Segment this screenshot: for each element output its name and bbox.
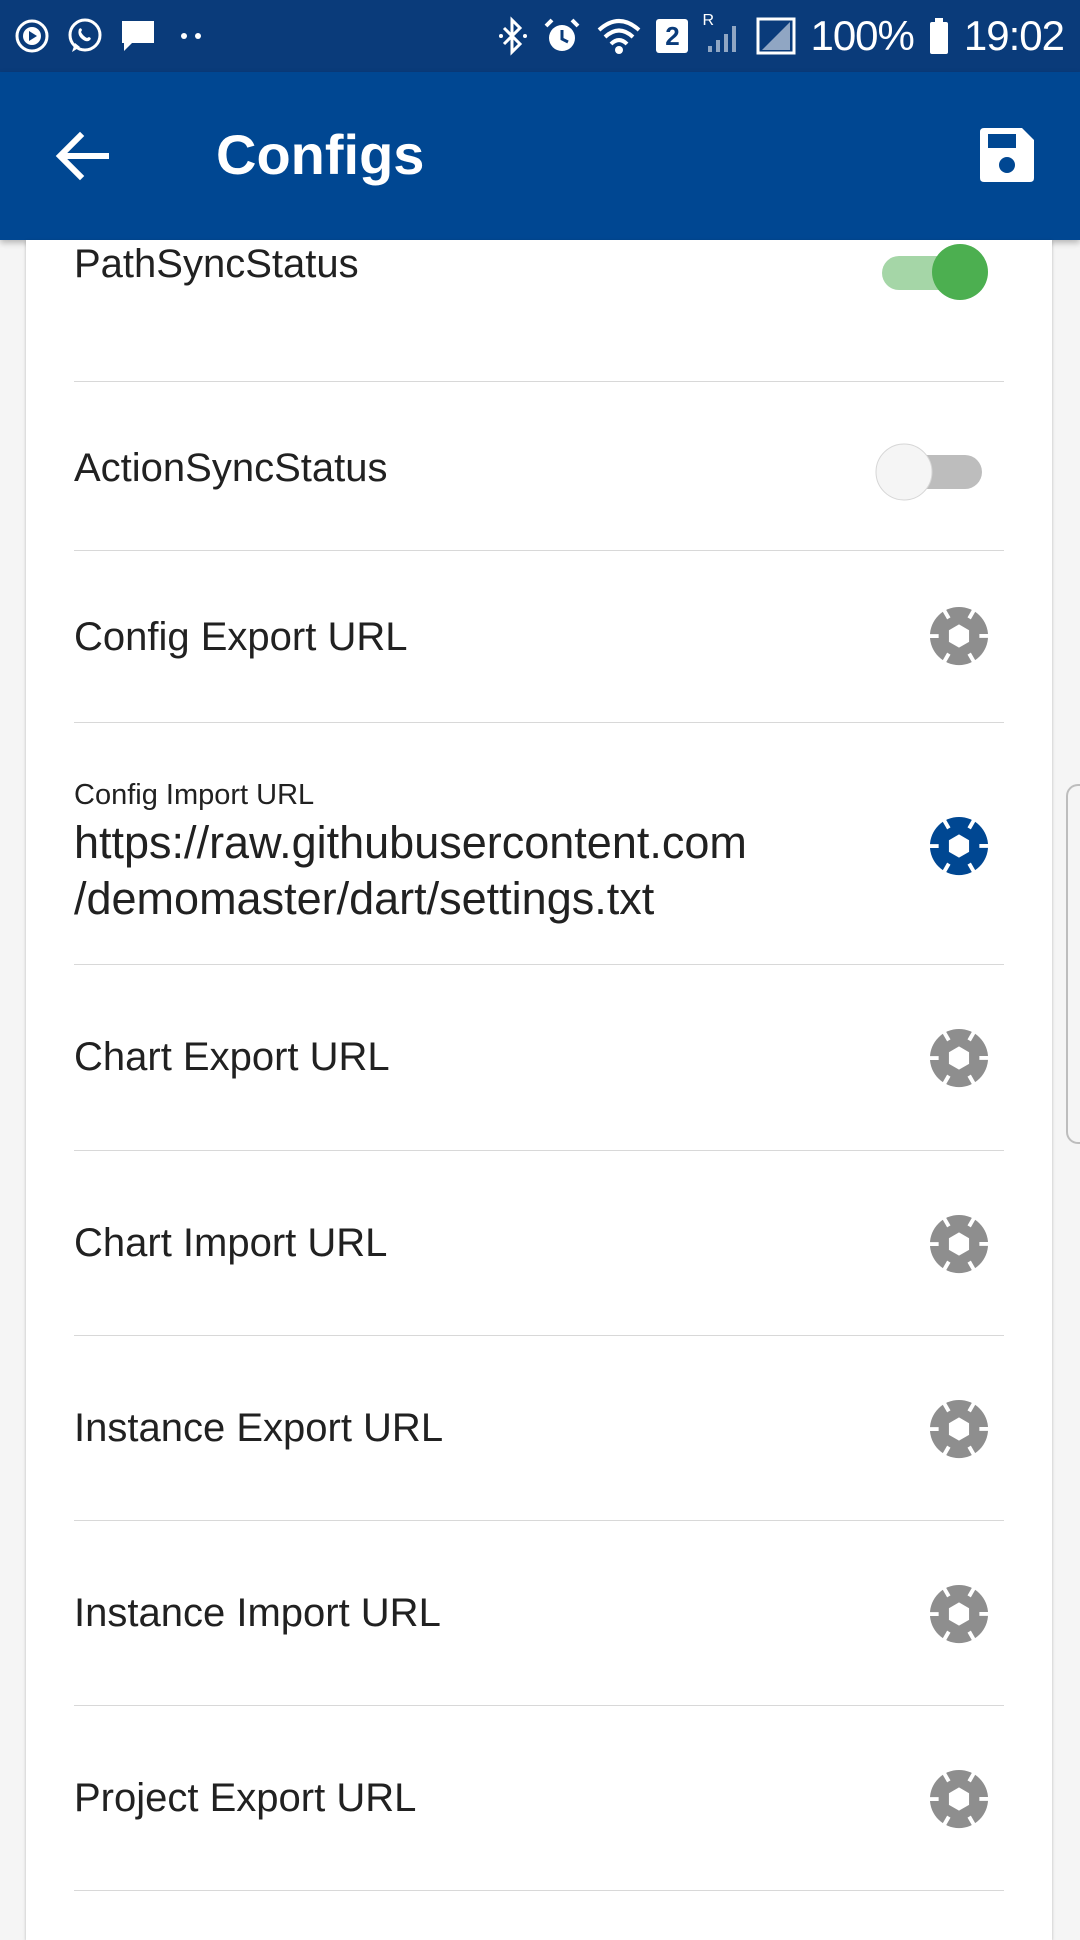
setting-row-config-import: Config Import URL https://raw.githubuser…	[74, 723, 1004, 965]
setting-label: Chart Export URL	[74, 1035, 390, 1079]
more-dots-icon	[172, 26, 212, 46]
setting-label: Chart Import URL	[74, 1221, 388, 1265]
setting-label: ActionSyncStatus	[74, 446, 388, 490]
setting-row-instance-export: Instance Export URL	[74, 1336, 1004, 1521]
save-button[interactable]	[978, 126, 1038, 186]
roaming-indicator: R	[702, 12, 715, 29]
back-button[interactable]	[52, 126, 112, 186]
aperture-icon[interactable]	[928, 1583, 990, 1645]
sim-badge-icon: 2	[656, 19, 689, 53]
setting-row-config-export: Config Export URL	[74, 551, 1004, 723]
setting-row-project-export: Project Export URL	[74, 1706, 1004, 1891]
url-line: https://raw.githubusercontent.com	[74, 817, 747, 868]
url-line: /demomaster/dart/settings.txt	[74, 873, 655, 924]
arrow-back-icon	[55, 131, 109, 181]
battery-percent: 100%	[810, 12, 914, 59]
aperture-icon[interactable]	[928, 1027, 990, 1089]
alarm-icon	[542, 16, 582, 56]
status-bar: 2 R 100% 19:02	[0, 0, 1080, 72]
setting-row-instance-import: Instance Import URL	[74, 1521, 1004, 1706]
setting-label: Config Export URL	[74, 615, 408, 659]
whatsapp-icon	[64, 16, 104, 56]
aperture-icon[interactable]	[928, 605, 990, 667]
aperture-icon[interactable]	[928, 815, 990, 877]
battery-icon	[928, 16, 950, 56]
setting-label: Instance Import URL	[74, 1591, 441, 1635]
path-sync-toggle[interactable]	[880, 242, 996, 307]
save-icon	[980, 128, 1034, 182]
aperture-icon[interactable]	[928, 1768, 990, 1830]
media-icon	[14, 18, 50, 54]
sim-badge-text: 2	[665, 20, 680, 51]
setting-row-action-sync: ActionSyncStatus	[74, 382, 1004, 551]
status-bar-right: 2 R 100% 19:02	[498, 12, 1065, 60]
setting-label: Project Export URL	[74, 1776, 417, 1820]
status-bar-left	[14, 16, 212, 56]
setting-label: Config Import URL	[74, 779, 315, 811]
setting-label: Instance Export URL	[74, 1406, 444, 1450]
setting-label: PathSyncStatus	[74, 242, 359, 286]
clock: 19:02	[963, 12, 1065, 59]
aperture-icon[interactable]	[928, 1398, 990, 1460]
aperture-icon[interactable]	[928, 1213, 990, 1275]
app-bar: Configs	[0, 72, 1080, 240]
signal-icon	[756, 16, 796, 56]
scroll-handle[interactable]	[1066, 784, 1080, 1144]
wifi-icon	[596, 16, 642, 56]
bluetooth-icon	[498, 16, 528, 56]
setting-row-chart-import: Chart Import URL	[74, 1151, 1004, 1336]
message-icon	[118, 16, 158, 56]
setting-row-path-sync: PathSyncStatus	[74, 240, 1004, 382]
settings-card: PathSyncStatus ActionSyncStatus Config E…	[26, 240, 1052, 1940]
config-import-url-value[interactable]: https://raw.githubusercontent.com /demom…	[74, 815, 854, 927]
signal-icon: R	[702, 12, 742, 56]
setting-row-chart-export: Chart Export URL	[74, 965, 1004, 1151]
page-title: Configs	[216, 123, 425, 186]
action-sync-toggle[interactable]	[870, 440, 986, 509]
